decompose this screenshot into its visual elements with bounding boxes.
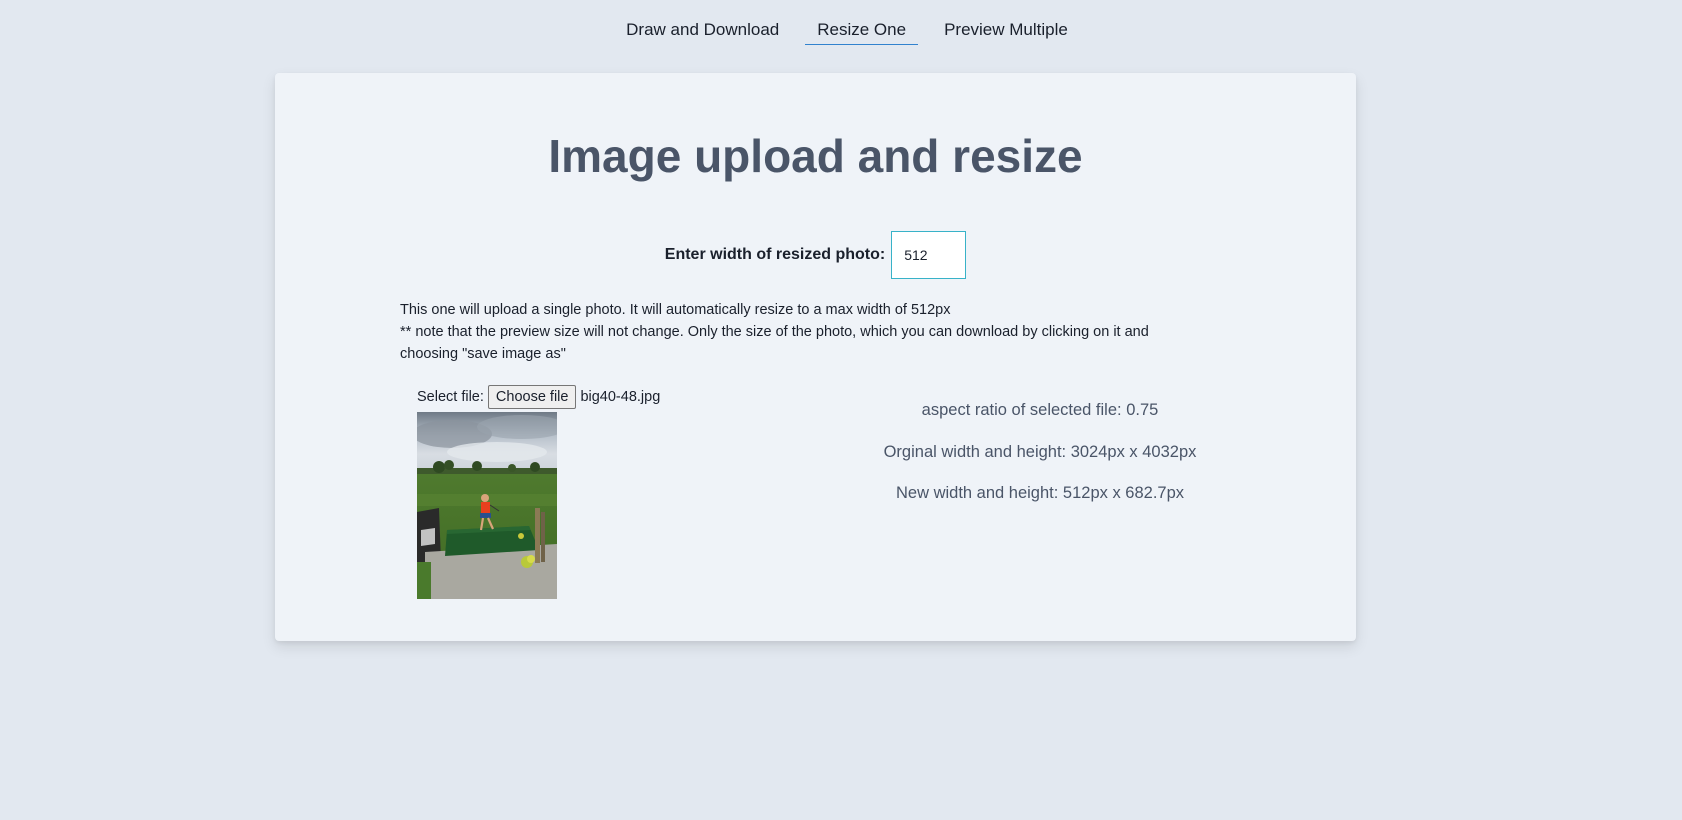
select-file-label: Select file:	[417, 389, 484, 405]
width-row: Enter width of resized photo:	[275, 231, 1356, 279]
page-title: Image upload and resize	[548, 130, 1083, 182]
description-line-2: ** note that the preview size will not c…	[400, 324, 1149, 362]
description-line-1: This one will upload a single photo. It …	[400, 302, 951, 318]
new-size-text: New width and height: 512px x 682.7px	[895, 484, 1185, 502]
golf-driving-range-photo	[417, 412, 557, 599]
file-select-row: Select file: Choose file big40-48.jpg	[417, 385, 660, 409]
image-preview[interactable]	[417, 412, 557, 599]
tab-preview-multiple[interactable]: Preview Multiple	[932, 18, 1080, 45]
choose-file-button[interactable]: Choose file	[487, 385, 577, 409]
selected-filename: big40-48.jpg	[580, 389, 661, 405]
width-input[interactable]	[891, 231, 967, 279]
resize-card: Image upload and resize Enter width of r…	[275, 73, 1356, 641]
top-nav: Draw and Download Resize One Preview Mul…	[0, 18, 1682, 45]
original-size-text: Orginal width and height: 3024px x 4032p…	[883, 442, 1197, 461]
size-stats: aspect ratio of selected file: 0.75 Orgi…	[830, 400, 1250, 525]
width-label: Enter width of resized photo:	[664, 246, 886, 263]
aspect-ratio-text: aspect ratio of selected file: 0.75	[921, 401, 1159, 419]
description: This one will upload a single photo. It …	[400, 299, 1200, 365]
tab-resize-one[interactable]: Resize One	[805, 18, 919, 45]
tab-draw-and-download[interactable]: Draw and Download	[614, 18, 791, 45]
